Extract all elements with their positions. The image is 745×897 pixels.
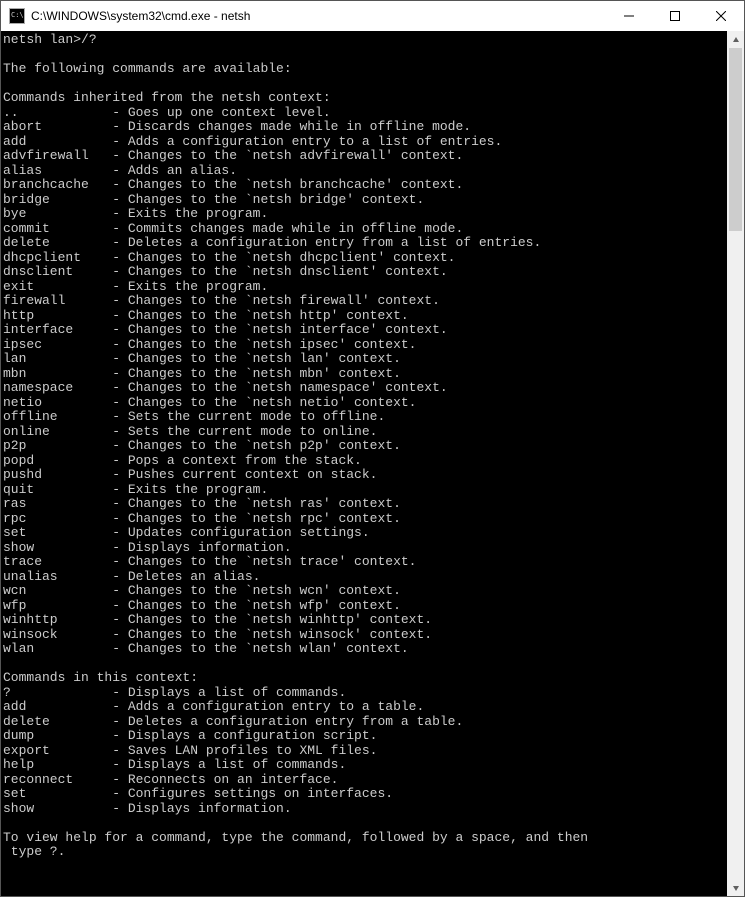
- minimize-button[interactable]: [606, 1, 652, 31]
- scroll-up-button[interactable]: [727, 31, 744, 48]
- scroll-down-button[interactable]: [727, 879, 744, 896]
- titlebar[interactable]: C:\ C:\WINDOWS\system32\cmd.exe - netsh: [1, 1, 744, 31]
- window-controls: [606, 1, 744, 31]
- scroll-track[interactable]: [727, 48, 744, 879]
- maximize-button[interactable]: [652, 1, 698, 31]
- window-title: C:\WINDOWS\system32\cmd.exe - netsh: [31, 9, 606, 23]
- cmd-window: C:\ C:\WINDOWS\system32\cmd.exe - netsh …: [0, 0, 745, 897]
- cmd-icon: C:\: [9, 8, 25, 24]
- svg-text:C:\: C:\: [11, 11, 24, 19]
- scroll-thumb[interactable]: [729, 48, 742, 231]
- client-area: netsh lan>/? The following commands are …: [1, 31, 744, 896]
- terminal-output[interactable]: netsh lan>/? The following commands are …: [1, 31, 727, 896]
- close-button[interactable]: [698, 1, 744, 31]
- vertical-scrollbar[interactable]: [727, 31, 744, 896]
